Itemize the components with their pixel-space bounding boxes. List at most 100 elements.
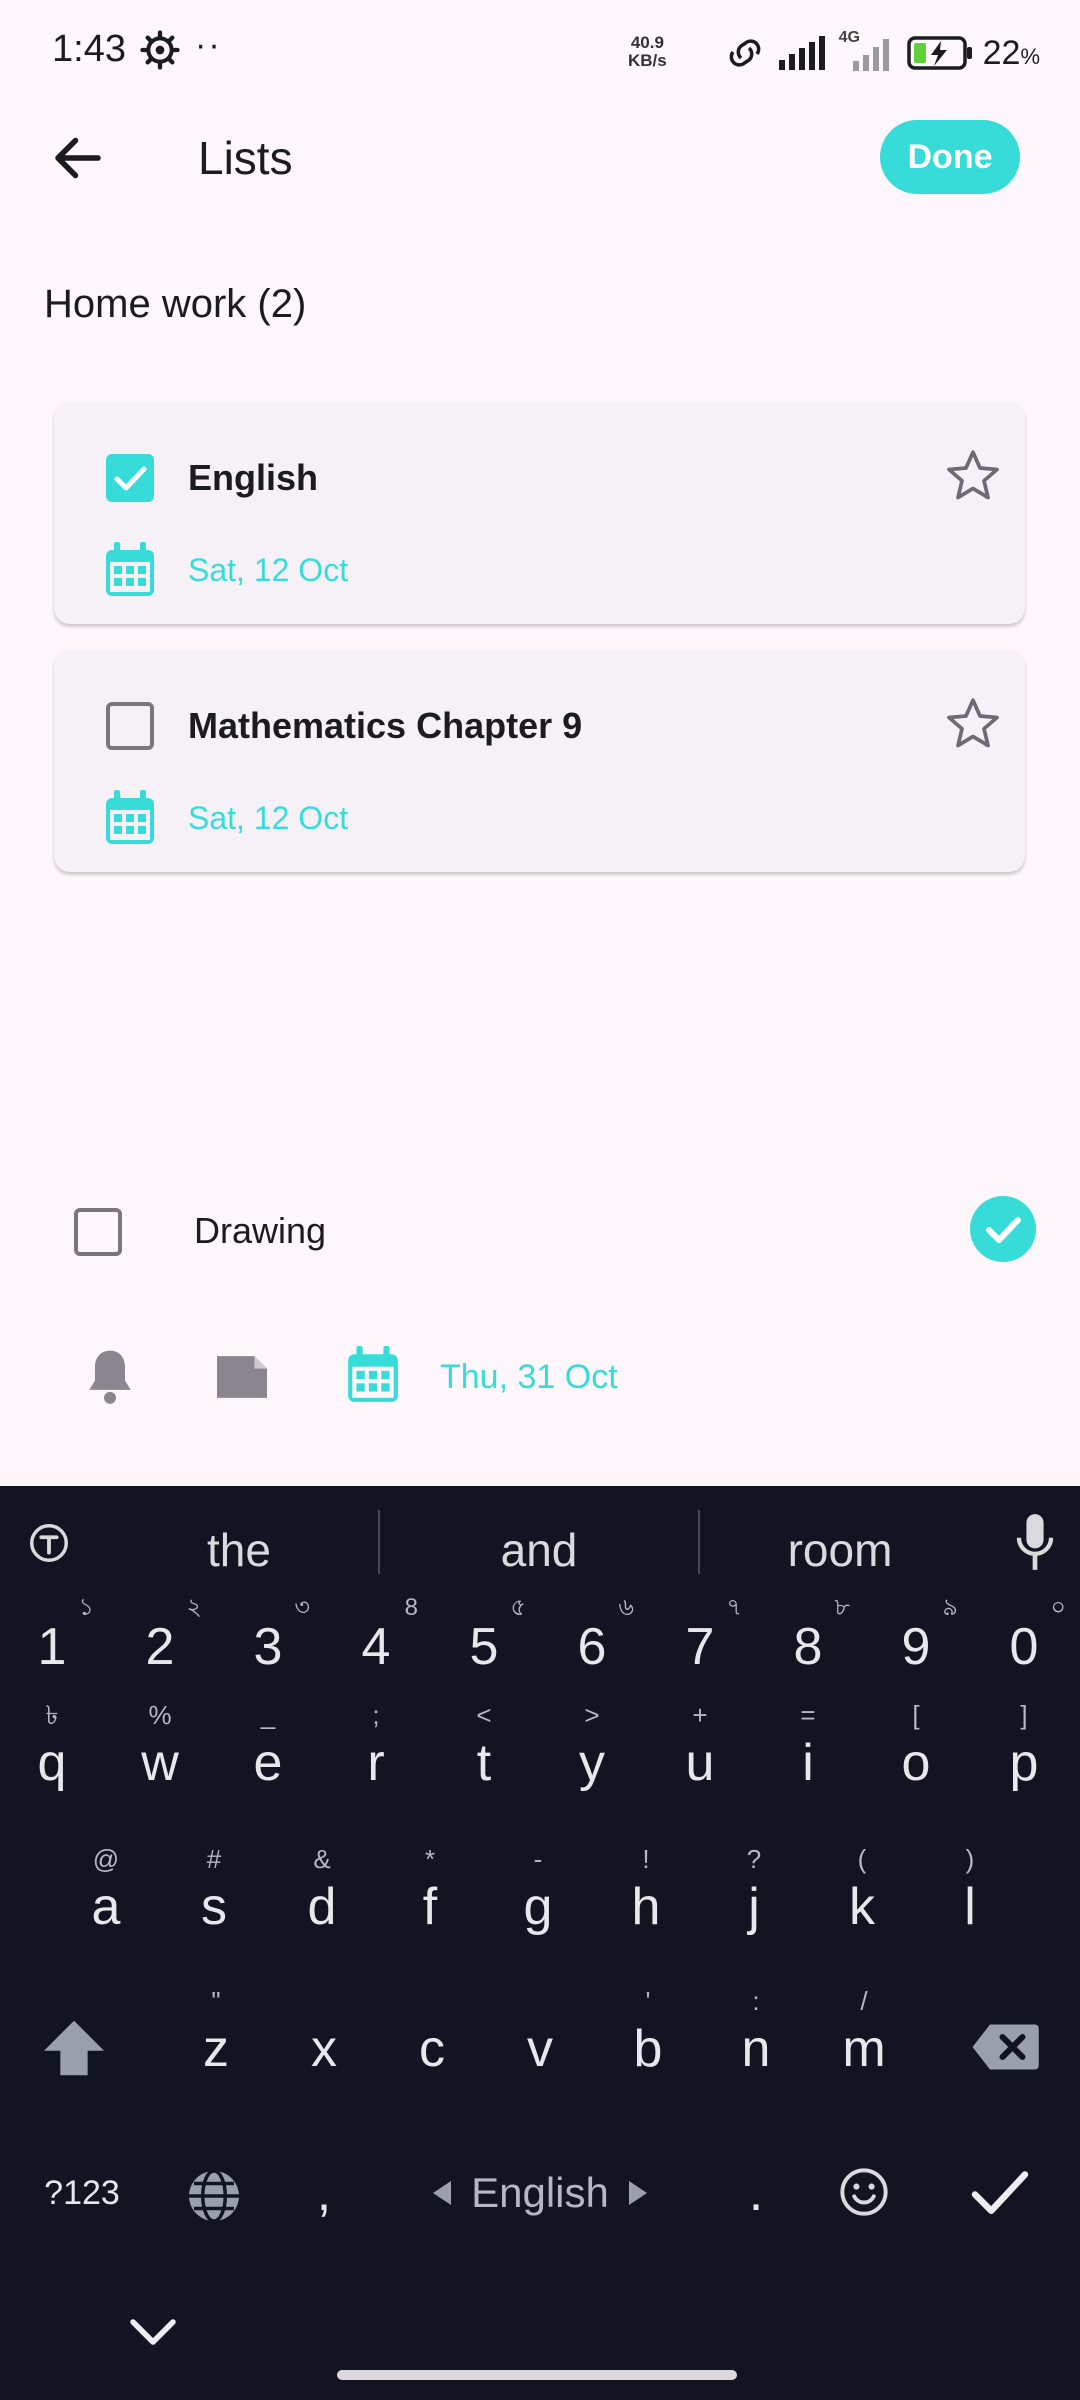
suggestion-2[interactable]: and	[380, 1510, 698, 1590]
task-checkbox-unchecked[interactable]	[106, 702, 154, 750]
key-m[interactable]: m /	[810, 1986, 918, 2104]
key-hint: =	[800, 1700, 816, 1730]
signal-strength-icon	[778, 36, 825, 70]
key-hint: &	[313, 1844, 331, 1874]
arrow-right-icon	[628, 2181, 647, 2205]
battery-percent: 22%	[982, 33, 1040, 72]
key-l[interactable]: l)	[916, 1844, 1024, 1962]
key-k[interactable]: k(	[808, 1844, 916, 1962]
emoji-icon[interactable]	[838, 2166, 890, 2218]
microphone-icon[interactable]	[1012, 1512, 1058, 1572]
key-0[interactable]: 0০	[970, 1592, 1078, 1702]
key-5[interactable]: 5৫	[430, 1592, 538, 1702]
key-f[interactable]: f *	[376, 1844, 484, 1962]
comma-key[interactable]: ,	[270, 2138, 378, 2248]
key-y[interactable]: y >	[538, 1700, 646, 1818]
network-speed-unit: KB/s	[628, 51, 667, 70]
key-v[interactable]: v	[486, 1994, 594, 2104]
suggestion-1[interactable]: the	[100, 1510, 378, 1590]
key-z[interactable]: z "	[162, 1986, 270, 2104]
key-8[interactable]: 8৮	[754, 1592, 862, 1702]
key-2[interactable]: 2২	[106, 1592, 214, 1702]
key-4[interactable]: 48	[322, 1592, 430, 1702]
key-hint: !	[642, 1844, 650, 1874]
key-b[interactable]: b '	[594, 1986, 702, 2104]
key-3[interactable]: 3৩	[214, 1592, 322, 1702]
key-q[interactable]: q ৳	[0, 1700, 106, 1818]
done-button[interactable]: Done	[880, 120, 1020, 194]
key-hint: _	[260, 1700, 276, 1730]
key-label: 1	[37, 1618, 67, 1676]
reminder-bell-icon[interactable]	[82, 1346, 138, 1406]
gesture-navigation-bar[interactable]	[337, 2370, 737, 2380]
key-hint: #	[206, 1844, 222, 1874]
new-task-due-date[interactable]: Thu, 31 Oct	[440, 1354, 618, 1400]
star-outline-icon[interactable]	[943, 446, 1003, 506]
checkmark-icon	[114, 466, 147, 491]
suggestion-3[interactable]: room	[700, 1510, 980, 1590]
key-u[interactable]: u +	[646, 1700, 754, 1818]
key-g[interactable]: g-	[484, 1844, 592, 1962]
task-card[interactable]: Mathematics Chapter 9 Sat, 12 Oct	[54, 650, 1025, 872]
calendar-icon	[106, 790, 154, 844]
key-hint: *	[424, 1844, 436, 1874]
key-j[interactable]: j?	[700, 1844, 808, 1962]
key-9[interactable]: 9৯	[862, 1592, 970, 1702]
enter-checkmark-icon[interactable]	[970, 2166, 1030, 2218]
key-o[interactable]: o[	[862, 1700, 970, 1818]
key-6[interactable]: 6৬	[538, 1592, 646, 1702]
key-t[interactable]: t <	[430, 1700, 538, 1818]
globe-icon[interactable]	[184, 2166, 244, 2226]
network-speed-value: 40.9	[630, 33, 664, 52]
key-h[interactable]: h!	[592, 1844, 700, 1962]
key-x[interactable]: x	[270, 1994, 378, 2104]
key-label: 2	[145, 1618, 175, 1676]
symbols-key[interactable]: ?123	[22, 2138, 142, 2248]
key-p[interactable]: p]	[970, 1700, 1078, 1818]
star-outline-icon[interactable]	[943, 694, 1003, 754]
key-hint: '	[645, 1986, 651, 2016]
hide-keyboard-chevron-down-icon[interactable]	[128, 2314, 178, 2350]
note-icon[interactable]	[212, 1352, 272, 1402]
backspace-icon[interactable]	[970, 2020, 1040, 2074]
hotspot-link-icon	[729, 39, 760, 67]
calendar-icon[interactable]	[346, 1346, 400, 1404]
back-arrow-icon[interactable]	[48, 128, 108, 188]
key-label: 7	[685, 1618, 715, 1676]
key-d[interactable]: d &	[268, 1844, 376, 1962]
key-s[interactable]: s #	[160, 1844, 268, 1962]
key-1[interactable]: 1১	[0, 1592, 106, 1702]
key-label: c	[419, 2020, 445, 2078]
key-c[interactable]: c	[378, 1994, 486, 2104]
key-label: 3	[253, 1618, 283, 1676]
key-hint: <	[476, 1700, 492, 1730]
task-card[interactable]: English Sat, 12 Oct	[54, 402, 1025, 624]
key-hint: ২	[186, 1594, 202, 1621]
key-i[interactable]: i =	[754, 1700, 862, 1818]
new-task-input[interactable]: Drawing	[194, 1206, 326, 1256]
task-title: English	[188, 457, 319, 498]
key-label: 4	[361, 1618, 391, 1676]
key-label: i	[802, 1734, 814, 1792]
save-task-button[interactable]	[970, 1196, 1036, 1262]
key-label: v	[527, 2020, 553, 2078]
key-e[interactable]: e _	[214, 1700, 322, 1818]
new-task-checkbox[interactable]	[74, 1208, 122, 1256]
key-r[interactable]: r;	[322, 1700, 430, 1818]
key-w[interactable]: w%	[106, 1700, 214, 1818]
key-label: l	[964, 1878, 976, 1936]
key-hint: 8	[404, 1594, 418, 1621]
calendar-icon	[106, 542, 154, 596]
shift-icon[interactable]	[40, 2018, 108, 2078]
key-n[interactable]: n:	[702, 1986, 810, 2104]
key-7[interactable]: 7৭	[646, 1592, 754, 1702]
key-a[interactable]: a @	[52, 1844, 160, 1962]
key-hint: (	[857, 1844, 867, 1874]
key-hint: ১	[78, 1594, 94, 1621]
space-key[interactable]: English	[414, 2138, 666, 2248]
key-label: s	[201, 1878, 227, 1936]
text-tools-icon[interactable]	[26, 1520, 72, 1566]
period-key[interactable]: .	[702, 2138, 810, 2248]
key-label: j	[748, 1878, 760, 1936]
task-checkbox-checked[interactable]	[106, 454, 154, 502]
